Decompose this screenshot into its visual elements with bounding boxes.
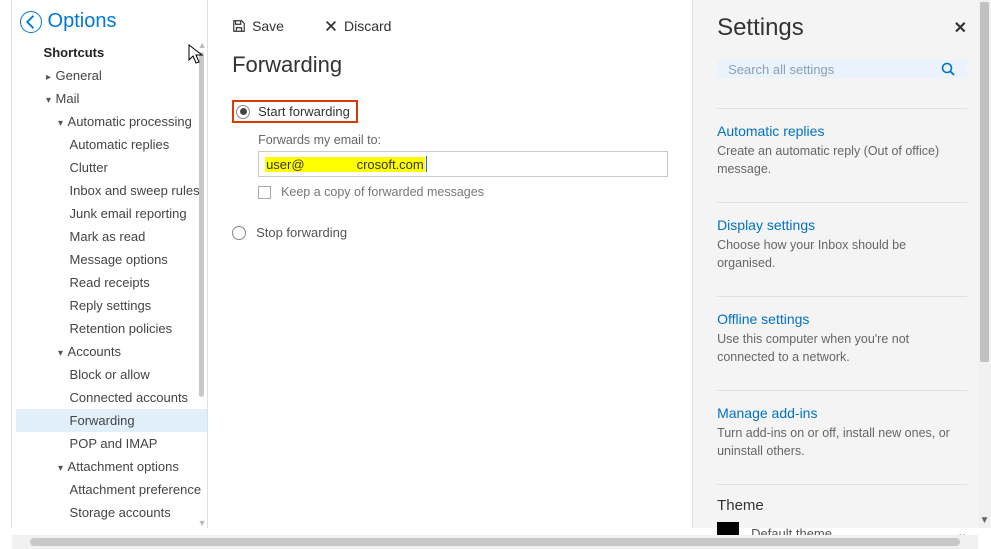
link-display-settings[interactable]: Display settings Choose how your Inbox s… xyxy=(717,202,967,272)
search-placeholder: Search all settings xyxy=(728,62,834,77)
content-pane: Save Discard Forwarding Start forwarding… xyxy=(207,0,692,528)
start-forwarding-label: Start forwarding xyxy=(258,104,350,119)
settings-title: Settings xyxy=(717,14,804,42)
forward-to-label: Forwards my email to: xyxy=(258,133,668,147)
link-automatic-replies[interactable]: Automatic replies Create an automatic re… xyxy=(717,108,967,178)
search-icon xyxy=(940,61,956,77)
settings-search-input[interactable]: Search all settings xyxy=(717,60,967,78)
theme-label: Theme xyxy=(717,497,967,514)
options-sidebar: Options Shortcuts ▸General ▾Mail ▾Automa… xyxy=(12,0,208,528)
nav-shortcuts[interactable]: Shortcuts xyxy=(16,41,208,64)
page-title: Forwarding xyxy=(232,52,668,78)
settings-panel: Settings ✕ Search all settings Automatic… xyxy=(692,0,991,528)
page-scrollbar-horizontal[interactable] xyxy=(12,535,978,549)
stop-forwarding-radio[interactable] xyxy=(232,226,246,240)
nav-autoreplies[interactable]: Automatic replies xyxy=(16,133,208,156)
stop-forwarding-label: Stop forwarding xyxy=(256,225,347,240)
nav-connected[interactable]: Connected accounts xyxy=(16,386,208,409)
keep-copy-checkbox[interactable] xyxy=(258,186,271,199)
email-value-prefix: user@ xyxy=(265,157,306,172)
email-value-redacted xyxy=(306,157,356,172)
nav-blockallow[interactable]: Block or allow xyxy=(16,363,208,386)
nav-popimap[interactable]: POP and IMAP xyxy=(16,432,208,455)
nav-readrcpt[interactable]: Read receipts xyxy=(16,271,208,294)
options-header[interactable]: Options xyxy=(12,0,208,41)
start-forwarding-radio[interactable] xyxy=(236,105,250,119)
nav-storage[interactable]: Storage accounts xyxy=(16,501,208,524)
discard-icon xyxy=(324,19,338,33)
link-offline-settings[interactable]: Offline settings Use this computer when … xyxy=(717,296,967,366)
nav-accounts[interactable]: ▾Accounts xyxy=(16,340,208,363)
sidebar-scrollbar[interactable]: ▲ ▼ xyxy=(197,40,207,528)
options-title: Options xyxy=(48,10,117,33)
nav-retention[interactable]: Retention policies xyxy=(16,317,208,340)
nav-msgopts[interactable]: Message options xyxy=(16,248,208,271)
start-forwarding-highlight: Start forwarding xyxy=(232,100,358,123)
nav-markread[interactable]: Mark as read xyxy=(16,225,208,248)
nav-inboxsweep[interactable]: Inbox and sweep rules xyxy=(16,179,208,202)
discard-button[interactable]: Discard xyxy=(324,18,391,34)
nav-clutter[interactable]: Clutter xyxy=(16,156,208,179)
nav-mail[interactable]: ▾Mail xyxy=(16,87,208,110)
close-icon[interactable]: ✕ xyxy=(954,18,967,38)
nav-attachpref[interactable]: Attachment preference xyxy=(16,478,208,501)
email-value-suffix: crosoft.com xyxy=(356,157,425,172)
keep-copy-label: Keep a copy of forwarded messages xyxy=(281,185,484,199)
nav-autoproc[interactable]: ▾Automatic processing xyxy=(16,110,208,133)
nav-tree: Shortcuts ▸General ▾Mail ▾Automatic proc… xyxy=(12,41,208,528)
save-button[interactable]: Save xyxy=(232,18,284,34)
save-icon xyxy=(232,19,246,33)
back-icon[interactable] xyxy=(20,11,42,33)
text-caret xyxy=(426,156,427,172)
forward-to-input[interactable]: user@ crosoft.com xyxy=(258,151,668,177)
nav-forwarding[interactable]: Forwarding xyxy=(16,409,208,432)
nav-attachopt[interactable]: ▾Attachment options xyxy=(16,455,208,478)
link-manage-addins[interactable]: Manage add-ins Turn add-ins on or off, i… xyxy=(717,390,967,460)
page-scrollbar-vertical[interactable]: ▼ xyxy=(978,0,991,528)
nav-replyset[interactable]: Reply settings xyxy=(16,294,208,317)
nav-junk[interactable]: Junk email reporting xyxy=(16,202,208,225)
nav-general[interactable]: ▸General xyxy=(16,64,208,87)
